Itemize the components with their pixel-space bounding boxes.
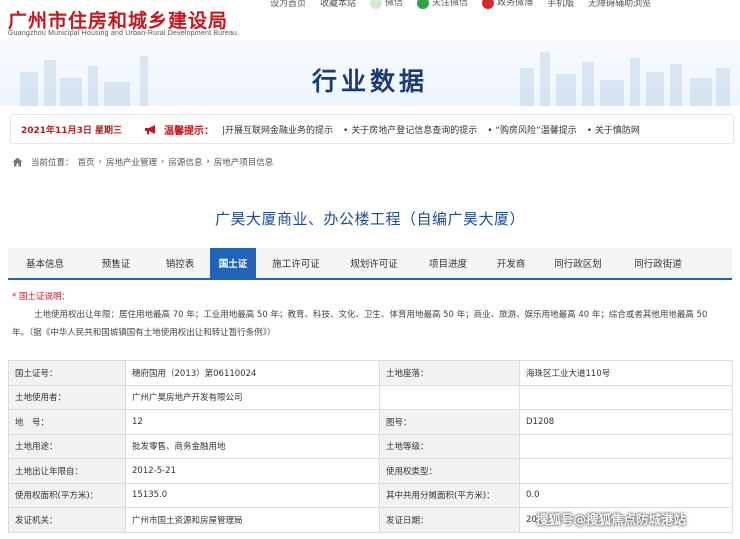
- breadcrumb: 当前位置： 首页 › 房地产业管理 › 房源信息 › 房地产项目信息: [12, 154, 273, 170]
- field-label: 使用权面积(平方米)：: [8, 482, 126, 508]
- field-value: [519, 458, 733, 484]
- field-label: 土地用途：: [8, 433, 126, 459]
- table-row: 土地使用者： 广州广昊房地产开发有限公司: [8, 384, 733, 410]
- weibo-icon: [482, 0, 495, 9]
- breadcrumb-realestate[interactable]: 房地产业管理: [106, 156, 157, 168]
- field-label: 国土证号：: [8, 360, 126, 386]
- notice-item[interactable]: • “购房风险”温馨提示: [487, 123, 577, 136]
- wechat-icon: [370, 0, 383, 9]
- toplink-accessibility[interactable]: 无障碍辅助浏览: [588, 0, 651, 9]
- notice-text: 土地使用权出让年限：居住用地最高 70 年；工业用地最高 50 年；教育、科技、…: [34, 310, 708, 320]
- home-icon: [12, 157, 23, 167]
- field-label: 图号：: [379, 409, 520, 435]
- breadcrumb-separator: ›: [98, 157, 102, 167]
- field-value: D1208: [519, 409, 733, 435]
- toplink-wechat[interactable]: 微信: [370, 0, 403, 9]
- notice-title: * 国土证说明：: [12, 292, 70, 302]
- notice-item[interactable]: |开展互联网金融业务的提示: [222, 123, 333, 136]
- table-row: 地 号： 12 图号： D1208: [8, 409, 733, 435]
- tab-basic-info[interactable]: 基本信息: [8, 248, 82, 278]
- tab-bar: 基本信息 预售证 销控表 国土证 施工许可证 规划许可证 项目进度 开发商 同行…: [8, 248, 732, 280]
- table-row: 国土证号： 穗府国用（2013）第06110024 土地座落： 海珠区工业大道1…: [8, 360, 733, 386]
- field-value: 穗府国用（2013）第06110024: [125, 360, 380, 386]
- breadcrumb-listings[interactable]: 房源信息: [168, 156, 202, 168]
- notice-alert-label: 温馨提示：: [144, 122, 214, 137]
- field-label: 发证机关：: [8, 507, 126, 533]
- toplink-bookmark[interactable]: 收藏本站: [320, 0, 356, 9]
- field-value: 批发零售、商务金融用地: [125, 433, 380, 459]
- field-value: [519, 433, 733, 459]
- site-logo-cn[interactable]: 广州市住房和城乡建设局: [8, 6, 228, 33]
- field-label: 土地座落：: [379, 360, 520, 386]
- tab-sales-control[interactable]: 销控表: [150, 248, 210, 278]
- breadcrumb-separator: ›: [206, 157, 210, 167]
- watermark: 搜狐号@搜狐焦点防城港站: [536, 512, 687, 527]
- tab-same-district[interactable]: 同行政区划: [538, 248, 618, 278]
- field-label: 土地使用者：: [8, 384, 126, 410]
- notice-text: 年。（据《中华人民共和国城镇国有土地使用权出让和转让暂行条例》）: [12, 328, 276, 338]
- wechat-logo-icon: [417, 0, 430, 9]
- field-label: 使用权类型：: [379, 458, 520, 484]
- toplink-homepage[interactable]: 设为首页: [270, 0, 306, 9]
- page-heading: 行业数据: [311, 67, 428, 96]
- field-value: 2012-5-21: [125, 458, 380, 484]
- page: 广州市住房和城乡建设局 Guangzhou Municipal Housing …: [0, 0, 740, 539]
- breadcrumb-project-info[interactable]: 房地产项目信息: [214, 156, 274, 168]
- toplink-follow-wechat[interactable]: 关注微信: [417, 0, 468, 9]
- top-links: 设为首页 收藏本站 微信 关注微信 政务微博 手机版 无障碍辅助浏览: [270, 0, 651, 9]
- tab-project-progress[interactable]: 项目进度: [412, 248, 484, 278]
- notice-bar: 2021年11月3日 星期三 温馨提示： |开展互联网金融业务的提示 • 关于房…: [10, 114, 734, 144]
- tab-presale-cert[interactable]: 预售证: [82, 248, 150, 278]
- breadcrumb-separator: ›: [160, 157, 165, 167]
- tab-developer[interactable]: 开发商: [484, 248, 538, 278]
- field-label: 地 号：: [8, 409, 126, 435]
- notice-items: |开展互联网金融业务的提示 • 关于房地产登记信息查询的提示 • “购房风险”温…: [222, 123, 650, 136]
- field-label: 土地出让年限自：: [8, 458, 126, 484]
- breadcrumb-prefix: 当前位置：: [31, 158, 74, 168]
- site-logo-en: Guangzhou Municipal Housing and Urban-Ru…: [8, 30, 238, 37]
- notice-item[interactable]: • 关于慎防网: [587, 123, 640, 136]
- breadcrumb-home[interactable]: 首页: [78, 156, 95, 168]
- project-title: 广昊大厦商业、办公楼工程（自编广昊大厦）: [214, 210, 525, 228]
- tab-planning-permit[interactable]: 规划许可证: [336, 248, 412, 278]
- field-label: 土地等级：: [379, 433, 520, 459]
- land-cert-notice: * 国土证说明： 土地使用权出让年限：居住用地最高 70 年；工业用地最高 50…: [8, 288, 732, 356]
- site-header: 广州市住房和城乡建设局 Guangzhou Municipal Housing …: [0, 0, 740, 106]
- field-value: [519, 384, 733, 410]
- field-label: 其中共用分摊面积(平方米)：: [379, 482, 520, 508]
- bullhorn-icon: [144, 124, 155, 134]
- tab-construction-permit[interactable]: 施工许可证: [256, 248, 336, 278]
- field-label: 发证日期：: [379, 507, 520, 533]
- table-row: 土地出让年限自： 2012-5-21 使用权类型：: [8, 458, 733, 484]
- field-value: 12: [125, 409, 380, 435]
- field-label: [379, 384, 520, 410]
- field-value: 广州市国土资源和房屋管理局: [125, 507, 380, 533]
- field-value: 15135.0: [125, 482, 380, 508]
- table-row: 使用权面积(平方米)： 15135.0 其中共用分摊面积(平方米)： 0.0: [8, 482, 733, 508]
- notice-item[interactable]: • 关于房地产登记信息查询的提示: [343, 123, 477, 136]
- field-value: 海珠区工业大道110号: [519, 360, 733, 386]
- toplink-weibo[interactable]: 政务微博: [482, 0, 533, 9]
- table-row: 土地用途： 批发零售、商务金融用地 土地等级：: [8, 433, 733, 459]
- field-value: 广州广昊房地产开发有限公司: [125, 384, 380, 410]
- tab-land-cert[interactable]: 国土证: [210, 248, 256, 278]
- tab-same-street[interactable]: 同行政街道: [618, 248, 698, 278]
- field-value: 0.0: [519, 482, 733, 508]
- toplink-mobile[interactable]: 手机版: [547, 0, 574, 9]
- land-cert-table: 国土证号： 穗府国用（2013）第06110024 土地座落： 海珠区工业大道1…: [8, 360, 733, 533]
- current-date: 2021年11月3日 星期三: [21, 125, 122, 136]
